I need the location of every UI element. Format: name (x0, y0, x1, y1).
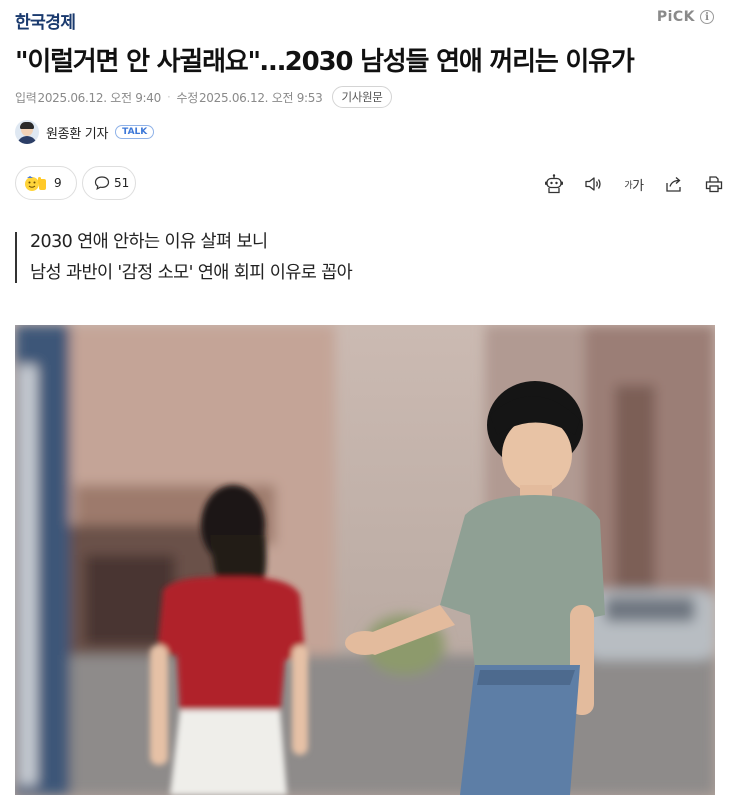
comment-button[interactable]: 51 (82, 166, 136, 200)
article-summary: 2030 연애 안하는 이유 살펴 보니 남성 과반이 '감정 소모' 연애 회… (15, 232, 353, 283)
article-meta: 입력 2025.06.12. 오전 9:40 · 수정 2025.06.12. 오전… (15, 86, 392, 108)
share-icon[interactable] (654, 173, 694, 195)
published-label: 입력 (15, 90, 37, 105)
print-icon[interactable] (694, 173, 732, 195)
published-time: 2025.06.12. 오전 9:40 (37, 90, 161, 105)
pick-label: PiCK (656, 9, 695, 25)
meta-divider: · (166, 90, 171, 104)
comment-count: 51 (114, 176, 130, 190)
reaction-count: 9 (54, 176, 62, 190)
photo-illustration (15, 325, 715, 795)
original-article-button[interactable]: 기사원문 (332, 86, 392, 108)
font-size-icon[interactable]: 가가 (614, 173, 654, 195)
article-toolbar: 가가 (534, 173, 732, 195)
talk-badge[interactable]: TALK (115, 125, 155, 139)
reporter-info[interactable]: 원종환 기자 TALK (15, 120, 155, 144)
reaction-button[interactable]: 9 (15, 166, 77, 200)
summary-line: 2030 연애 안하는 이유 살펴 보니 (30, 232, 268, 252)
font-size-small-label: 가 (624, 180, 633, 191)
summary-line: 남성 과반이 '감정 소모' 연애 회피 이유로 꼽아 (30, 263, 353, 283)
reporter-name[interactable]: 원종환 기자 (46, 123, 108, 142)
reaction-emoji-icon (24, 174, 50, 192)
modified-time: 2025.06.12. 오전 9:53 (198, 90, 323, 105)
speaker-icon[interactable] (574, 173, 614, 195)
article-photo (15, 325, 715, 795)
font-size-large-label: 가 (632, 178, 644, 194)
info-icon[interactable]: i (700, 10, 714, 24)
pick-badge[interactable]: PiCK i (657, 9, 714, 25)
article-headline: "이럴거면 안 사귈래요"…2030 남성들 연애 꺼리는 이유가 (15, 47, 635, 77)
reporter-avatar[interactable] (15, 120, 39, 144)
robot-summary-icon[interactable] (534, 173, 574, 195)
publisher-logo[interactable]: 한국경제 (15, 8, 76, 33)
modified-label: 수정 (176, 90, 198, 105)
comment-icon (94, 175, 110, 191)
